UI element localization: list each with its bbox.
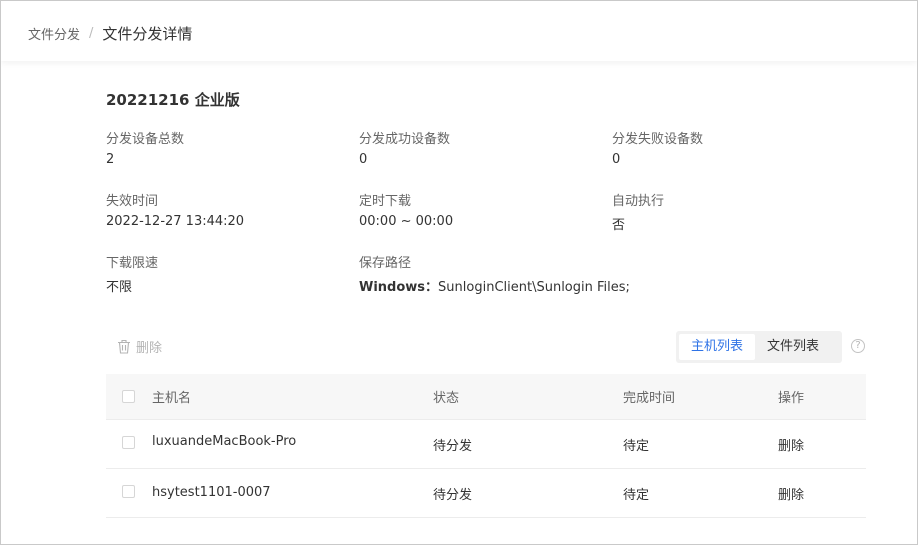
row-checkbox-cell (122, 420, 135, 468)
expire-time-value: 2022-12-27 13:44:20 (106, 214, 245, 229)
delete-button[interactable]: 删除 (117, 337, 162, 356)
host-name-cell: luxuandeMacBook-Pro (152, 433, 297, 449)
page-title: 20221216 企业版 (106, 91, 240, 109)
scheduled-download-label: 定时下载 (359, 194, 412, 209)
success-devices-value: 0 (359, 152, 368, 167)
failed-devices-value: 0 (612, 152, 621, 167)
breadcrumb-separator: / (89, 26, 94, 41)
delete-button-label: 删除 (136, 341, 163, 356)
finish-time-cell: 待定 (623, 438, 650, 454)
status-cell: 待分发 (433, 487, 473, 503)
row-checkbox-cell (122, 469, 135, 517)
list-tabs: 主机列表 文件列表 (676, 331, 842, 363)
app-frame: 文件分发 / 文件分发详情 20221216 企业版 分发设备总数 2 分发成功… (0, 0, 918, 545)
column-header-action: 操作 (778, 391, 805, 406)
column-header-host: 主机名 (152, 391, 192, 406)
status-cell: 待分发 (433, 438, 473, 454)
save-path-label: 保存路径 (359, 256, 412, 271)
select-all-checkbox[interactable] (122, 390, 135, 403)
top-bar: 文件分发 / 文件分发详情 (1, 1, 917, 61)
total-devices-label: 分发设备总数 (106, 132, 185, 147)
row-delete-link[interactable]: 删除 (778, 469, 804, 517)
finish-time-cell: 待定 (623, 487, 650, 503)
select-all-cell (122, 374, 135, 419)
column-header-status: 状态 (433, 391, 460, 406)
save-path-value: Windows：SunloginClient\Sunlogin Files; (359, 276, 630, 295)
host-table: 主机名 状态 完成时间 操作 luxuandeMacBook-Pro 待分发 待… (106, 374, 866, 518)
tab-host-list[interactable]: 主机列表 (679, 334, 756, 360)
row-delete-link[interactable]: 删除 (778, 420, 804, 468)
host-name-cell: hsytest1101-0007 (152, 484, 271, 500)
speed-limit-label: 下载限速 (106, 256, 159, 271)
speed-limit-value: 不限 (106, 280, 133, 295)
tab-file-list[interactable]: 文件列表 (755, 334, 831, 360)
success-devices-label: 分发成功设备数 (359, 132, 451, 147)
table-header: 主机名 状态 完成时间 操作 (106, 374, 866, 420)
auto-execute-value: 否 (612, 218, 626, 233)
row-checkbox[interactable] (122, 485, 135, 498)
breadcrumb-parent-link[interactable]: 文件分发 (28, 24, 80, 43)
table-row: luxuandeMacBook-Pro 待分发 待定 删除 (106, 420, 866, 469)
scheduled-download-value: 00:00 ~ 00:00 (359, 214, 454, 229)
question-circle-icon[interactable]: ? (851, 339, 865, 353)
failed-devices-label: 分发失败设备数 (612, 132, 704, 147)
expire-time-label: 失效时间 (106, 194, 159, 209)
trash-icon (118, 339, 130, 354)
breadcrumb: 文件分发 / 文件分发详情 (28, 23, 192, 44)
save-path-os: Windows： (359, 280, 439, 295)
total-devices-value: 2 (106, 152, 115, 167)
save-path-path: SunloginClient\Sunlogin Files; (438, 280, 630, 295)
breadcrumb-current: 文件分发详情 (102, 25, 193, 43)
table-row: hsytest1101-0007 待分发 待定 删除 (106, 469, 866, 518)
row-checkbox[interactable] (122, 436, 135, 449)
auto-execute-label: 自动执行 (612, 194, 665, 209)
column-header-finish-time: 完成时间 (623, 391, 676, 406)
